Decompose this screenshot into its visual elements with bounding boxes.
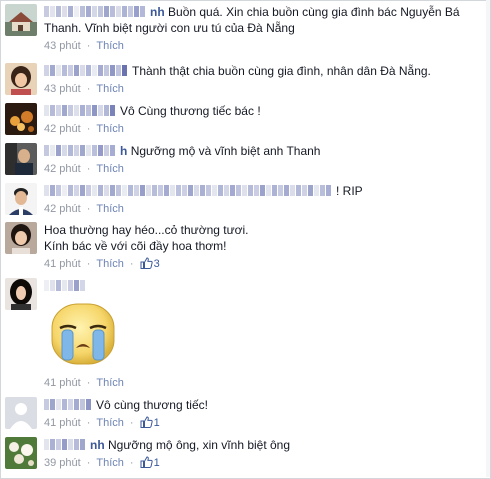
author-name-blurred[interactable] <box>44 104 116 116</box>
author-name-blurred[interactable] <box>44 398 92 410</box>
timestamp[interactable]: 42 phút <box>44 203 81 215</box>
author-name-blurred[interactable] <box>44 184 332 196</box>
comment-text: Vô cùng thương tiếc! <box>96 398 208 412</box>
thumbs-up-icon <box>140 416 153 432</box>
thumbs-up-icon <box>140 456 153 472</box>
author-name-tail[interactable]: nh <box>150 5 165 19</box>
timestamp[interactable]: 41 phút <box>44 258 81 270</box>
house-photo-icon[interactable] <box>5 4 37 36</box>
woman-photo-icon[interactable] <box>5 63 37 95</box>
timestamp[interactable]: 43 phút <box>44 83 81 95</box>
like-count-value: 1 <box>153 417 160 429</box>
comment-meta: 42 phút · Thích <box>44 203 124 215</box>
girl-photo-icon[interactable] <box>5 222 37 254</box>
comment-text-line2: Kính bác về với cõi đầy hoa thơm! <box>44 239 227 253</box>
like-count[interactable]: 1 <box>140 456 160 472</box>
comment-text: Hoa thường hay héo...cỏ thường tươi. <box>44 223 249 237</box>
comment-meta: 41 phút · Thích <box>44 377 124 389</box>
comment-text: Thành thật chia buồn cùng gia đình, nhân… <box>132 64 431 78</box>
author-name-blurred[interactable] <box>44 438 86 450</box>
comment-text: Vô Cùng thương tiếc bác ! <box>120 104 261 118</box>
comment-meta: 39 phút · Thích · 1 <box>44 456 478 472</box>
candle-photo-icon[interactable] <box>5 103 37 135</box>
author-name-blurred[interactable] <box>44 5 146 17</box>
comment-text: Buồn quá. Xin chia buồn cùng gia đình bá… <box>168 5 460 19</box>
comment-meta: 42 phút · Thích <box>44 163 124 175</box>
woman-dark-photo-icon[interactable] <box>5 278 37 310</box>
comment-meta: 41 phút · Thích · 3 <box>44 257 478 273</box>
thumbs-up-icon <box>140 257 153 273</box>
comment-meta: 43 phút · Thích <box>44 40 124 52</box>
author-name-blurred[interactable] <box>44 279 86 291</box>
author-name-tail[interactable]: nh <box>90 438 105 452</box>
author-name-blurred[interactable] <box>44 144 116 156</box>
man-portrait-icon[interactable] <box>5 183 37 215</box>
like-link[interactable]: Thích <box>96 417 124 429</box>
comment-meta: 43 phút · Thích <box>44 83 124 95</box>
comment-text: Ngưỡng mộ và vĩnh biệt anh Thanh <box>130 144 321 158</box>
like-link[interactable]: Thích <box>96 163 124 175</box>
timestamp[interactable]: 42 phút <box>44 123 81 135</box>
scrollbar[interactable] <box>486 0 490 477</box>
like-link[interactable]: Thích <box>96 40 124 52</box>
comment-meta: 42 phút · Thích <box>44 123 124 135</box>
like-count-value: 3 <box>153 258 160 270</box>
timestamp[interactable]: 43 phút <box>44 40 81 52</box>
like-link[interactable]: Thích <box>96 377 124 389</box>
like-count-value: 1 <box>153 457 160 469</box>
like-link[interactable]: Thích <box>96 83 124 95</box>
comment-meta: 41 phút · Thích · 1 <box>44 416 478 432</box>
crying-face-sticker <box>48 302 118 368</box>
timestamp[interactable]: 41 phút <box>44 417 81 429</box>
like-link[interactable]: Thích <box>96 457 124 469</box>
man-photo-icon[interactable] <box>5 143 37 175</box>
like-link[interactable]: Thích <box>96 123 124 135</box>
like-link[interactable]: Thích <box>96 203 124 215</box>
like-count[interactable]: 3 <box>140 257 160 273</box>
default-avatar-icon[interactable] <box>5 397 37 429</box>
author-name-blurred[interactable] <box>44 64 128 76</box>
timestamp[interactable]: 39 phút <box>44 457 81 469</box>
author-name-tail[interactable]: h <box>120 144 127 158</box>
flower-photo-icon[interactable] <box>5 437 37 469</box>
like-link[interactable]: Thích <box>96 258 124 270</box>
comment-text: ! RIP <box>336 184 363 198</box>
comment-text-line2: Thanh. Vĩnh biệt người con ưu tú của Đà … <box>44 21 295 35</box>
like-count[interactable]: 1 <box>140 416 160 432</box>
comment-text: Ngưỡng mộ ông, xin vĩnh biệt ông <box>108 438 291 452</box>
timestamp[interactable]: 41 phút <box>44 377 81 389</box>
timestamp[interactable]: 42 phút <box>44 163 81 175</box>
